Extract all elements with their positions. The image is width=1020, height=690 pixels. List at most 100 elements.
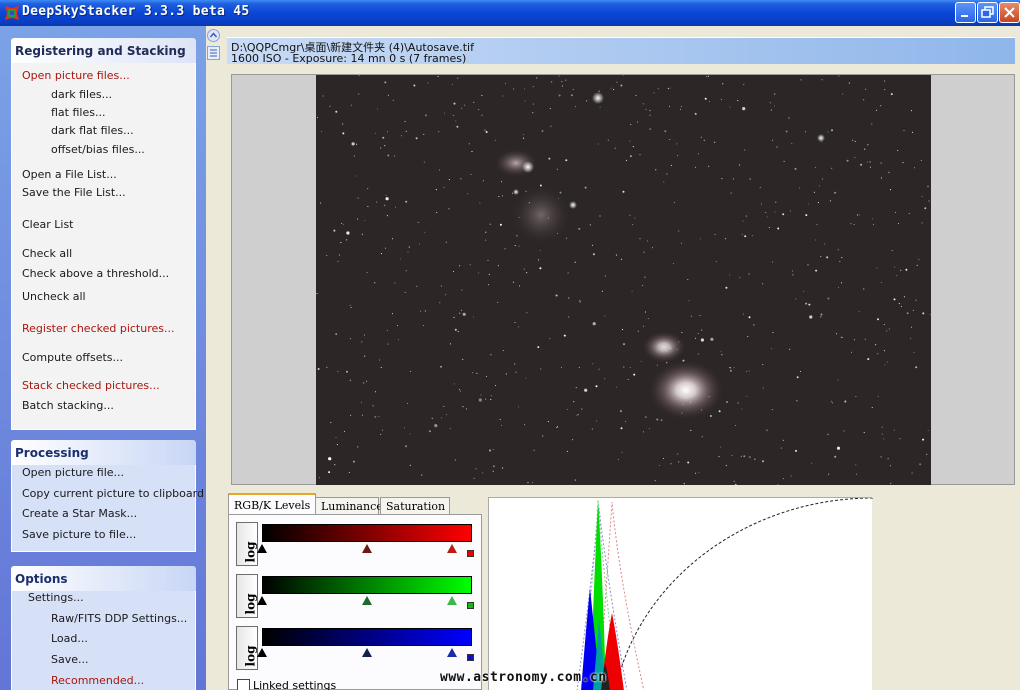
red-log-toggle[interactable]: log (236, 522, 258, 566)
star (848, 82, 850, 84)
uncheck-all-link[interactable]: Uncheck all (22, 290, 86, 303)
star (505, 373, 507, 375)
star (827, 131, 829, 133)
green-log-toggle[interactable]: log (236, 574, 258, 618)
star (462, 406, 464, 408)
star (478, 272, 480, 274)
green-midtone-handle[interactable] (362, 596, 372, 605)
red-color-swatch (467, 550, 474, 557)
star (492, 470, 494, 472)
star (502, 350, 504, 352)
open-file-list-link[interactable]: Open a File List... (22, 168, 117, 181)
batch-stacking-link[interactable]: Batch stacking... (22, 399, 114, 412)
blue-midtone-handle[interactable] (362, 648, 372, 657)
settings-link[interactable]: Settings... (28, 591, 84, 604)
stack-checked-link[interactable]: Stack checked pictures... (22, 379, 160, 392)
offset-bias-files-link[interactable]: offset/bias files... (51, 143, 145, 156)
star (782, 478, 784, 480)
list-view-icon[interactable] (207, 46, 220, 60)
save-file-list-link[interactable]: Save the File List... (22, 186, 126, 199)
star (420, 310, 422, 312)
star (357, 218, 359, 220)
compute-offsets-link[interactable]: Compute offsets... (22, 351, 123, 364)
star (699, 238, 701, 240)
star (489, 223, 491, 225)
star (883, 438, 885, 440)
dark-files-link[interactable]: dark files... (51, 88, 112, 101)
blue-log-toggle[interactable]: log (236, 626, 258, 670)
restore-button[interactable] (977, 2, 998, 23)
star (549, 337, 551, 340)
green-black-point-handle[interactable] (257, 596, 267, 605)
recommended-settings-link[interactable]: Recommended... (51, 674, 144, 687)
star (748, 370, 750, 372)
clear-list-link[interactable]: Clear List (22, 218, 74, 231)
star (634, 217, 636, 219)
green-level-gradient[interactable] (262, 576, 472, 594)
dark-flat-files-link[interactable]: dark flat files... (51, 124, 134, 137)
blue-black-point-handle[interactable] (257, 648, 267, 657)
star (357, 446, 359, 448)
open-picture-files-link[interactable]: Open picture files... (22, 69, 130, 82)
star (422, 324, 424, 327)
star (577, 414, 579, 416)
star (536, 77, 538, 79)
tab-rgb-levels[interactable]: RGB/K Levels (228, 493, 316, 515)
star (637, 330, 639, 332)
check-above-threshold-link[interactable]: Check above a threshold... (22, 267, 169, 280)
star (556, 168, 558, 170)
star (701, 436, 703, 438)
flat-files-link[interactable]: flat files... (51, 106, 105, 119)
tab-saturation[interactable]: Saturation (380, 497, 450, 515)
star (488, 273, 490, 275)
star (715, 261, 717, 263)
red-black-point-handle[interactable] (257, 544, 267, 553)
star (827, 297, 830, 300)
star (596, 420, 598, 422)
star (395, 206, 397, 208)
blue-level-gradient[interactable] (262, 628, 472, 646)
load-settings-link[interactable]: Load... (51, 632, 88, 645)
image-viewer[interactable] (231, 74, 1015, 485)
star (511, 192, 514, 194)
green-white-point-handle[interactable] (447, 596, 458, 605)
star (771, 139, 774, 141)
star (649, 128, 651, 130)
linked-settings-checkbox[interactable] (237, 679, 250, 690)
star (513, 88, 515, 90)
copy-to-clipboard-link[interactable]: Copy current picture to clipboard (22, 487, 204, 500)
red-white-point-handle[interactable] (447, 544, 458, 553)
collapse-up-icon[interactable] (207, 29, 220, 42)
star (538, 259, 540, 261)
star (771, 409, 773, 411)
register-checked-link[interactable]: Register checked pictures... (22, 322, 175, 335)
star (700, 338, 704, 342)
star (457, 77, 459, 79)
options-header[interactable]: Options (11, 566, 196, 591)
registering-header[interactable]: Registering and Stacking (11, 38, 196, 63)
star (597, 143, 599, 145)
star (405, 200, 408, 203)
save-settings-link[interactable]: Save... (51, 653, 89, 666)
minimize-button[interactable] (955, 2, 976, 23)
star (773, 105, 775, 107)
star (866, 161, 868, 163)
save-picture-link[interactable]: Save picture to file... (22, 528, 136, 541)
blue-white-point-handle[interactable] (447, 648, 458, 657)
check-all-link[interactable]: Check all (22, 247, 72, 260)
processing-header[interactable]: Processing (11, 440, 196, 465)
star (482, 180, 484, 182)
star (656, 364, 658, 366)
star (452, 114, 454, 117)
star (604, 275, 606, 277)
red-midtone-handle[interactable] (362, 544, 372, 553)
star (385, 194, 387, 196)
close-button[interactable] (999, 2, 1020, 23)
tab-luminance[interactable]: Luminance (315, 497, 383, 515)
open-picture-file-link[interactable]: Open picture file... (22, 466, 124, 479)
red-level-gradient[interactable] (262, 524, 472, 542)
create-star-mask-link[interactable]: Create a Star Mask... (22, 507, 137, 520)
star (443, 186, 445, 189)
raw-fits-settings-link[interactable]: Raw/FITS DDP Settings... (51, 612, 187, 625)
star (406, 402, 409, 404)
